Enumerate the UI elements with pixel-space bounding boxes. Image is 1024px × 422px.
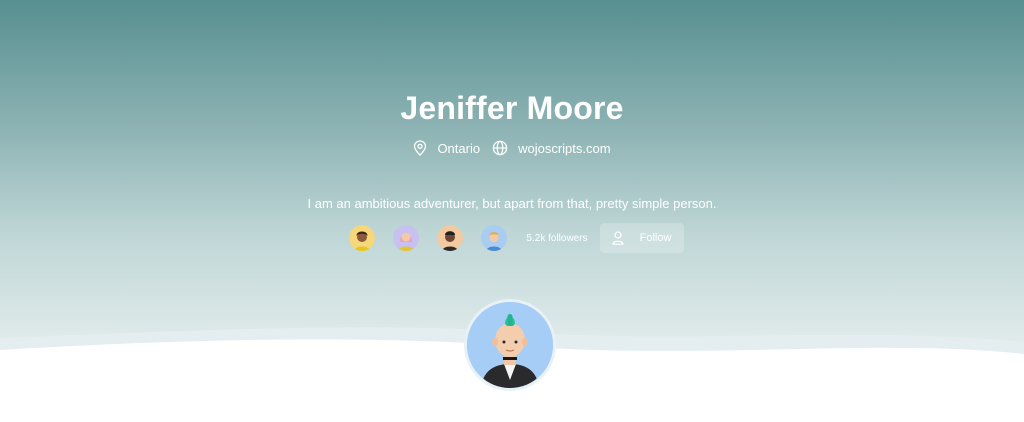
follower-avatar[interactable]	[349, 225, 376, 251]
profile-bio: I am an ambitious adventurer, but apart …	[307, 196, 717, 211]
follower-avatar[interactable]	[437, 225, 464, 251]
follow-button[interactable]: Follow	[599, 223, 684, 253]
location-item: Ontario	[413, 140, 480, 156]
globe-icon	[492, 140, 508, 156]
follower-avatar[interactable]	[481, 225, 508, 251]
follow-label: Follow	[639, 232, 672, 244]
profile-meta: Ontario wojoscripts.com	[0, 140, 1024, 156]
followers-count: 5.2k followers	[526, 232, 588, 244]
website-link[interactable]: wojoscripts.com	[518, 141, 610, 156]
map-pin-icon	[414, 140, 427, 156]
location-text: Ontario	[437, 140, 481, 156]
website-item[interactable]: wojoscripts.com	[492, 140, 611, 156]
profile-avatar[interactable]	[464, 299, 556, 391]
profile-name: Jeniffer Moore	[400, 90, 624, 126]
social-row: 5.2k followers Follow	[0, 223, 1024, 253]
follower-avatar[interactable]	[393, 225, 420, 251]
user-icon	[612, 231, 624, 245]
